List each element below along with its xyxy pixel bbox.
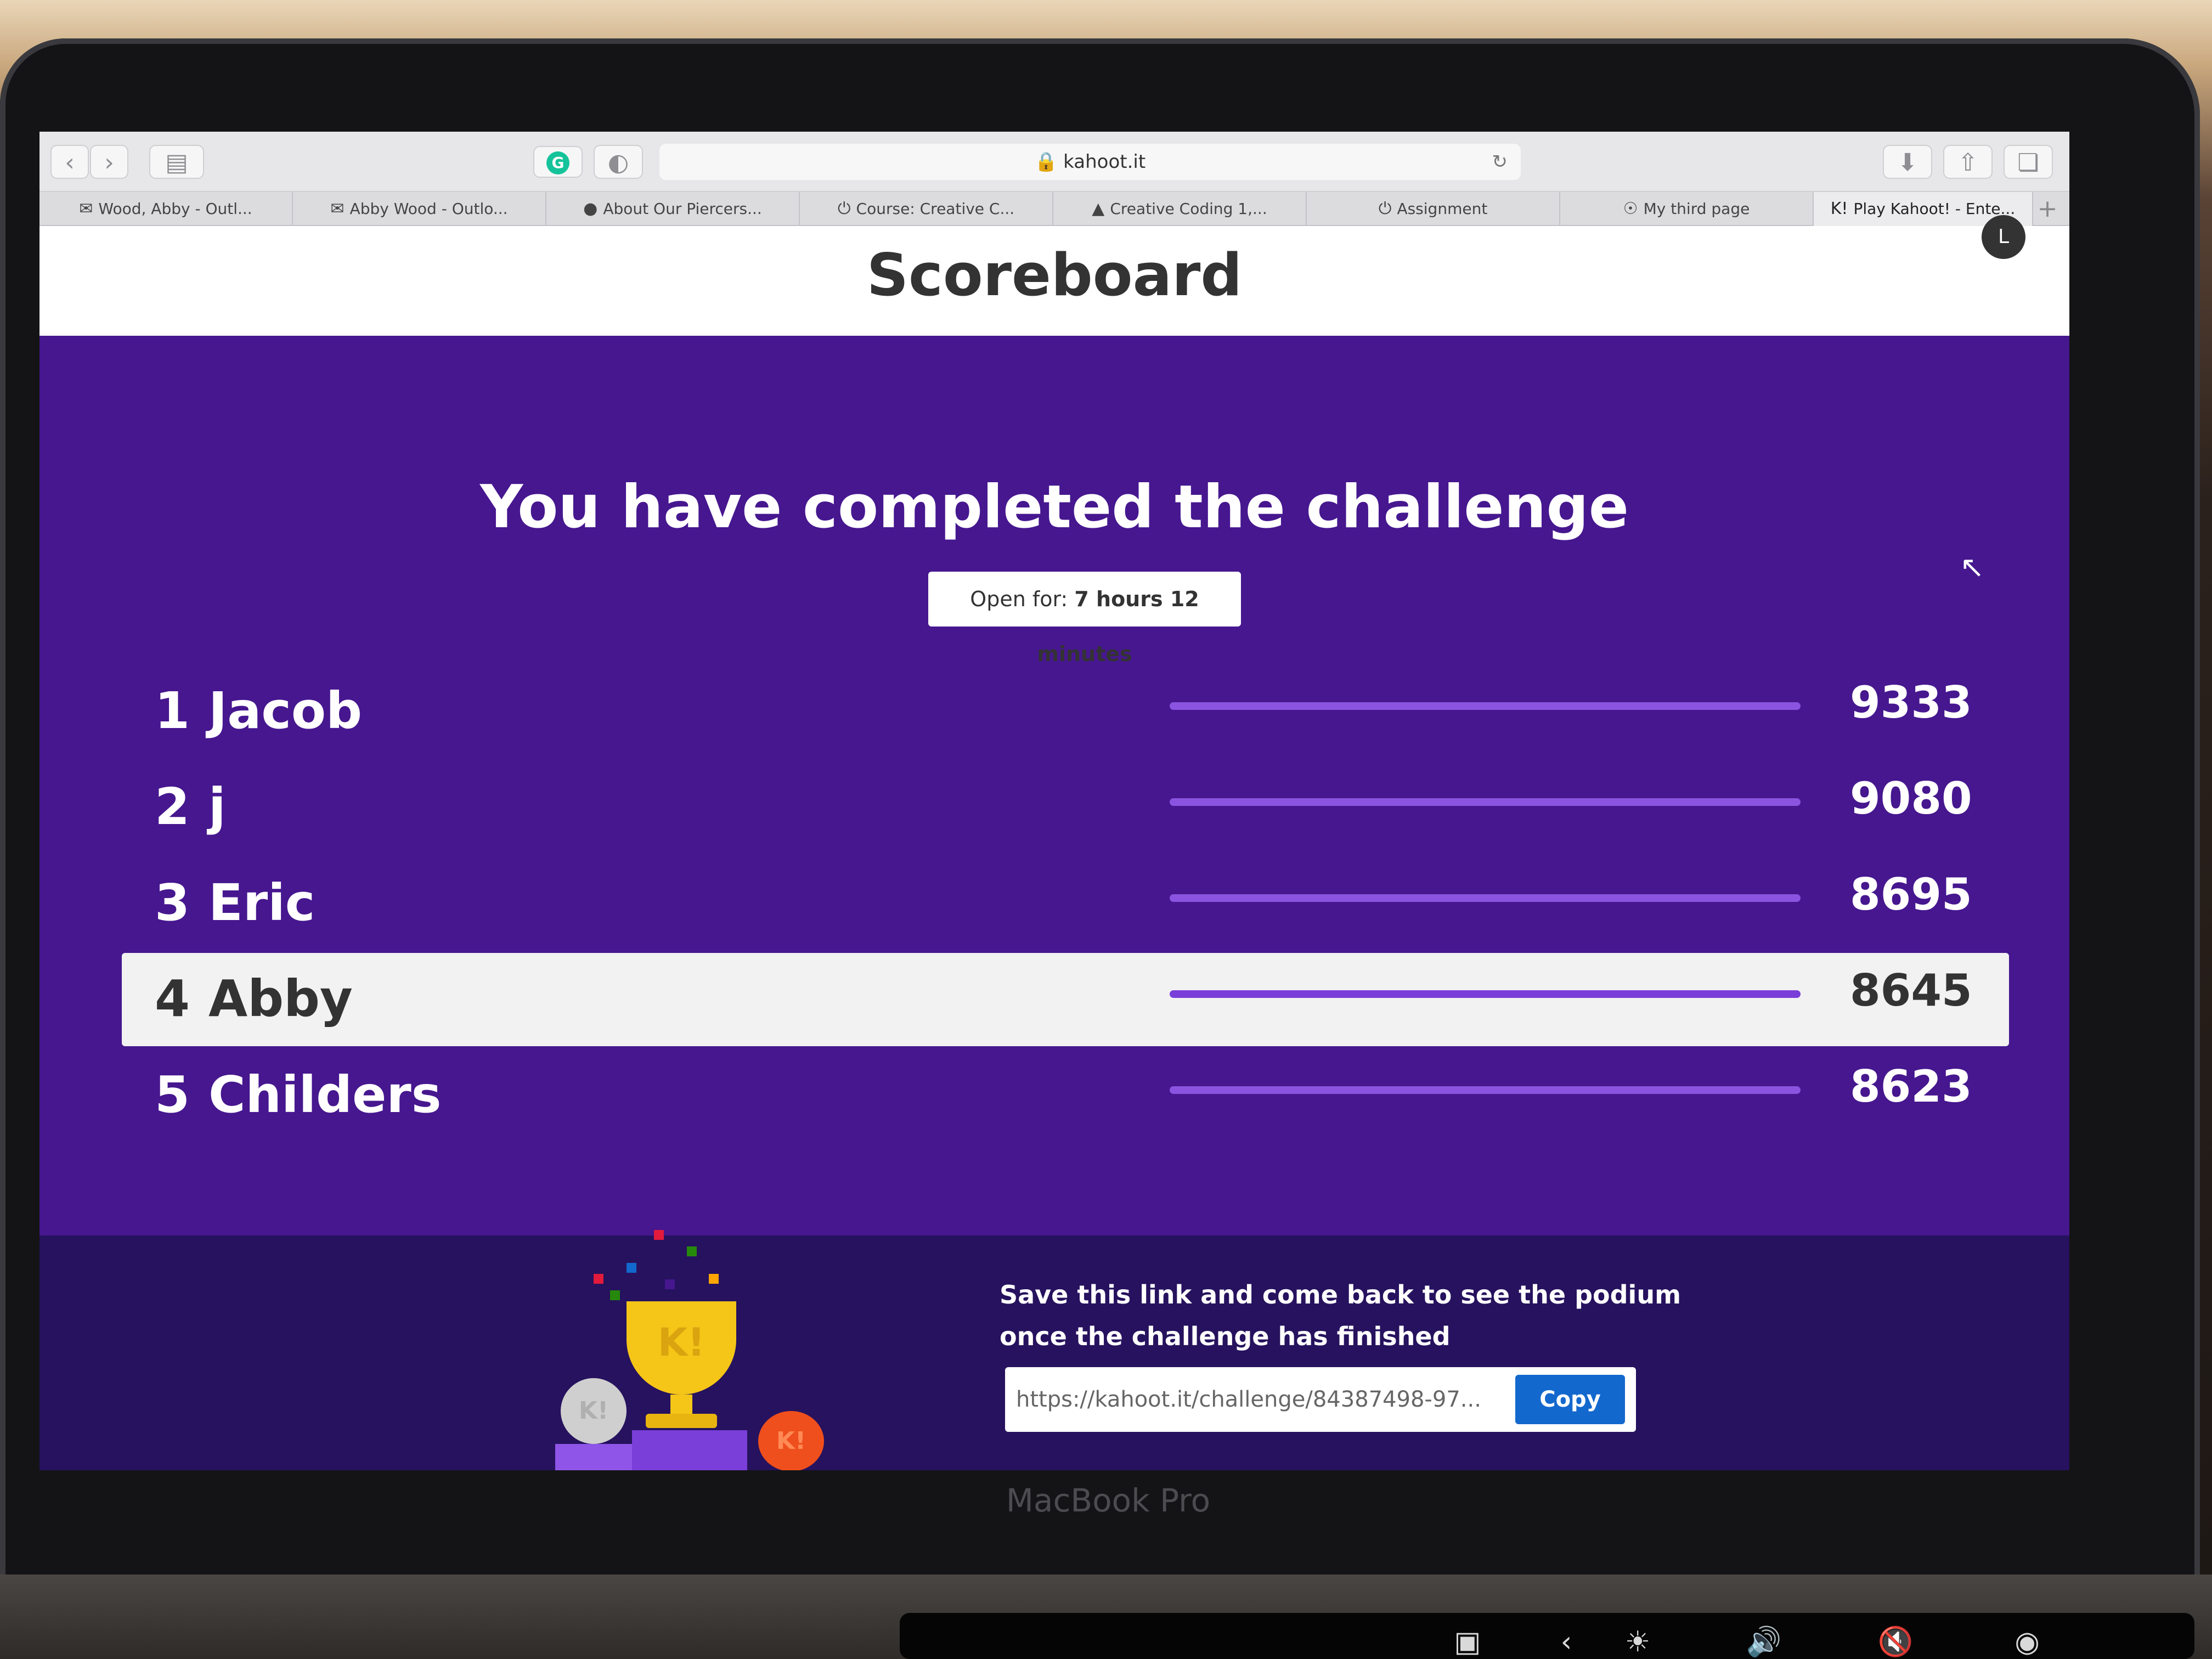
- mouse-cursor-icon: ↖: [1960, 550, 1985, 584]
- player-score: 8695: [1850, 869, 1972, 920]
- scoreboard-row: 3 Eric 8695: [122, 857, 2009, 950]
- confetti: [709, 1274, 719, 1284]
- copy-button[interactable]: Copy: [1515, 1375, 1625, 1424]
- tab-overview-icon[interactable]: ❏: [2004, 145, 2053, 179]
- confetti: [654, 1230, 664, 1240]
- trophy-base: [646, 1414, 717, 1428]
- save-line-1: Save this link and come back to see the …: [1000, 1280, 1681, 1310]
- outlook-icon: ✉: [79, 199, 93, 218]
- challenge-link-field[interactable]: [1016, 1378, 1499, 1421]
- player-score: 9080: [1850, 773, 1972, 824]
- player-label: 1 Jacob: [155, 681, 362, 740]
- power-icon: ⏻: [837, 199, 851, 218]
- player-label: 4 Abby: [155, 969, 353, 1028]
- player-name: Eric: [208, 873, 315, 932]
- score-bar: [1170, 894, 1801, 902]
- browser-tab[interactable]: ▲ Creative Coding 1,...: [1053, 192, 1307, 226]
- browser-tab[interactable]: ● About Our Piercers...: [546, 192, 800, 226]
- player-rank: 5: [155, 1065, 190, 1124]
- player-rank: 3: [155, 873, 190, 932]
- player-rank: 2: [155, 777, 190, 836]
- completion-headline: You have completed the challenge: [480, 473, 1629, 541]
- page-header: L Scoreboard: [40, 215, 2069, 336]
- browser-tab[interactable]: ☉ My third page: [1560, 192, 1814, 226]
- scoreboard-row: 1 Jacob 9333: [122, 665, 2009, 758]
- bronze-medal-icon: K!: [758, 1411, 824, 1470]
- drive-icon: ▲: [1092, 199, 1105, 218]
- mute-icon[interactable]: 🔇: [1865, 1625, 1926, 1659]
- page-title: Scoreboard: [866, 241, 1243, 309]
- open-for-label: Open for:: [970, 587, 1068, 611]
- podium-step: [555, 1444, 632, 1470]
- scoreboard-section: You have completed the challenge Open fo…: [40, 336, 2069, 1235]
- forward-icon[interactable]: ›: [90, 145, 128, 179]
- trophy-icon: K!: [627, 1301, 736, 1395]
- score-bar: [1170, 1086, 1801, 1094]
- podium-step: [632, 1430, 747, 1470]
- device-label: MacBook Pro: [1006, 1482, 1211, 1519]
- player-name: Jacob: [208, 681, 362, 740]
- challenge-link-box: Copy: [1005, 1367, 1636, 1432]
- save-line-2: once the challenge has finished: [1000, 1322, 1451, 1351]
- share-icon[interactable]: ⇧: [1943, 145, 1993, 179]
- score-bar: [1170, 990, 1801, 998]
- compass-icon: ☉: [1623, 199, 1638, 218]
- player-rank: 4: [155, 969, 190, 1028]
- brightness-icon[interactable]: ☀: [1607, 1625, 1668, 1659]
- challenge-footer: K! K! K! Save this link and come back to…: [40, 1230, 2069, 1470]
- brightness-back-icon[interactable]: ‹: [1536, 1625, 1596, 1659]
- browser-tab[interactable]: ✉ Abby Wood - Outlo...: [293, 192, 546, 226]
- player-label: 3 Eric: [155, 873, 315, 932]
- lock-icon: 🔒: [1034, 151, 1058, 173]
- player-score: 8623: [1850, 1061, 1972, 1112]
- power-icon: ⏻: [1378, 199, 1392, 218]
- player-score: 9333: [1850, 677, 1972, 728]
- score-bar: [1170, 798, 1801, 806]
- scoreboard-row: 5 Childers 8623: [122, 1049, 2009, 1142]
- player-name: Childers: [208, 1065, 442, 1124]
- grammarly-icon: G: [546, 151, 569, 174]
- outlook-icon: ✉: [330, 199, 345, 218]
- confetti: [594, 1274, 603, 1284]
- address-bar[interactable]: 🔒 kahoot.it ↻: [659, 144, 1521, 180]
- player-rank: 1: [155, 681, 190, 740]
- laptop-screen: ‹ › ▤ G ◐ 🔒 kahoot.it ↻ ⬇ ⇧ ❏ ✉ Wood, Abby…: [40, 132, 2069, 1470]
- player-name: j: [208, 777, 226, 836]
- confetti: [627, 1263, 636, 1273]
- silver-medal-icon: K!: [561, 1378, 627, 1444]
- tab-bar: ✉ Wood, Abby - Outl... ✉ Abby Wood - Outlo…: [40, 192, 2069, 226]
- volume-icon[interactable]: 🔊: [1734, 1625, 1794, 1659]
- reload-icon[interactable]: ↻: [1492, 144, 1508, 180]
- score-bar: [1170, 702, 1801, 710]
- privacy-shield-icon[interactable]: ◐: [594, 145, 643, 179]
- back-icon[interactable]: ‹: [50, 145, 89, 179]
- browser-tab[interactable]: ✉ Wood, Abby - Outl...: [40, 192, 293, 226]
- url-text: kahoot.it: [1063, 151, 1146, 173]
- confetti: [687, 1246, 697, 1256]
- podium-illustration: K! K! K!: [544, 1214, 830, 1470]
- player-score: 8645: [1850, 965, 1972, 1016]
- player-label: 5 Childers: [155, 1065, 441, 1124]
- save-link-instructions: Save this link and come back to see the …: [1000, 1274, 1713, 1357]
- downloads-icon[interactable]: ⬇: [1883, 145, 1932, 179]
- browser-toolbar: ‹ › ▤ G ◐ 🔒 kahoot.it ↻ ⬇ ⇧ ❏: [40, 132, 2069, 192]
- siri-icon[interactable]: ◉: [1997, 1625, 2057, 1659]
- sidebar-toggle-icon[interactable]: ▤: [149, 145, 204, 179]
- player-label: 2j: [155, 777, 226, 836]
- scoreboard-row-current-player: 4 Abby 8645: [122, 953, 2009, 1046]
- kahoot-icon: K!: [1830, 199, 1848, 218]
- open-for-badge: Open for: 7 hours 12 minutes: [928, 572, 1241, 666]
- new-tab-icon[interactable]: +: [2031, 192, 2064, 226]
- player-name: Abby: [208, 969, 353, 1028]
- scoreboard-row: 2j 9080: [122, 761, 2009, 854]
- trophy-stem: [670, 1395, 692, 1417]
- display-arrange-icon[interactable]: ▣: [1437, 1625, 1498, 1659]
- site-icon: ●: [583, 199, 598, 218]
- confetti: [610, 1290, 620, 1300]
- browser-tab[interactable]: ⏻ Assignment: [1307, 192, 1560, 226]
- grammarly-extension-button[interactable]: G: [533, 146, 583, 178]
- confetti: [665, 1279, 675, 1289]
- browser-tab[interactable]: ⏻ Course: Creative C...: [800, 192, 1053, 226]
